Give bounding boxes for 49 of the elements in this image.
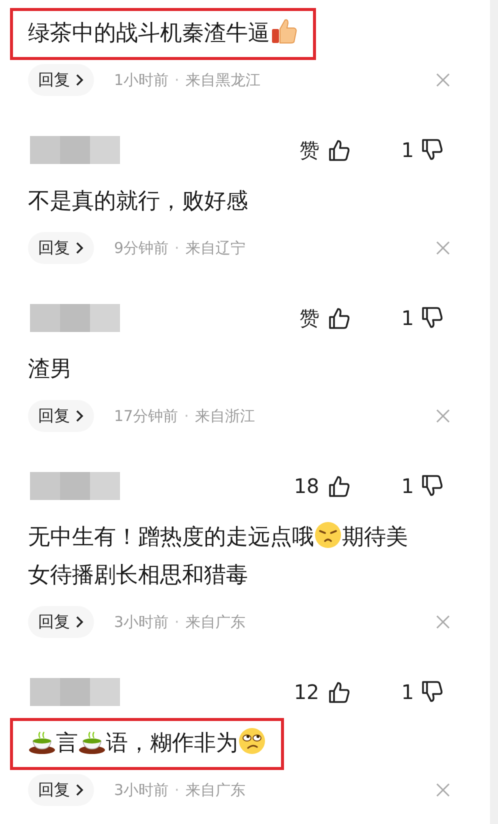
comment-time: 1小时前 <box>114 70 169 91</box>
thumbs-down-icon[interactable] <box>420 474 444 498</box>
reply-button[interactable]: 回复 <box>28 774 94 806</box>
comment-time: 3小时前 <box>114 780 169 801</box>
comment-location: 来自广东 <box>185 780 246 801</box>
like-count: 12 <box>294 679 320 706</box>
separator-dot: · <box>174 780 180 801</box>
comment-text: 不是真的就行，败好感 <box>28 188 248 216</box>
thumbs-up-emoji <box>270 17 298 45</box>
comment-location: 来自辽宁 <box>185 238 246 259</box>
comment-text: 绿茶中的战斗机秦渣牛逼 <box>28 15 298 53</box>
comment-location: 来自黑龙江 <box>185 70 260 91</box>
chevron-right-icon <box>74 410 84 422</box>
thumbs-up-icon[interactable] <box>327 680 352 704</box>
comment-time: 3小时前 <box>114 612 169 633</box>
thumbs-down-icon[interactable] <box>420 680 444 704</box>
comment-time: 9分钟前 <box>114 238 169 259</box>
comment-text: 渣男 <box>28 356 72 384</box>
thumbs-down-icon[interactable] <box>420 138 444 162</box>
dislike-count: 1 <box>401 473 414 500</box>
thumbs-up-icon[interactable] <box>327 138 352 162</box>
thumbs-up-icon[interactable] <box>327 306 352 330</box>
dislike-count: 1 <box>401 137 414 164</box>
separator-dot: · <box>174 238 180 259</box>
separator-dot: · <box>174 70 180 91</box>
chevron-right-icon <box>74 784 84 796</box>
thumbs-up-icon[interactable] <box>327 474 352 498</box>
reply-button[interactable]: 回复 <box>28 400 94 432</box>
eye-roll-face-emoji <box>238 727 266 755</box>
reply-button[interactable]: 回复 <box>28 606 94 638</box>
like-count: 18 <box>294 473 320 500</box>
squinting-face-emoji <box>314 521 342 549</box>
reply-button[interactable]: 回复 <box>28 232 94 264</box>
separator-dot: · <box>174 612 180 633</box>
comment-location: 来自广东 <box>185 612 246 633</box>
dislike-count: 1 <box>401 679 414 706</box>
thumbs-down-icon[interactable] <box>420 306 444 330</box>
comment-location: 来自浙江 <box>194 406 255 427</box>
separator-dot: · <box>184 406 189 427</box>
chevron-right-icon <box>74 616 84 628</box>
like-count: 赞 <box>299 305 320 332</box>
comment-text: 无中生有！蹭热度的走远点哦 期待美女待播剧长相思和猎毒 <box>28 519 412 595</box>
comment-time: 17分钟前 <box>114 406 178 427</box>
comment-text: 言 语，糊作非为 <box>28 725 266 763</box>
reply-button[interactable]: 回复 <box>28 64 94 96</box>
chevron-right-icon <box>74 242 84 254</box>
dislike-count: 1 <box>401 305 414 332</box>
like-count: 赞 <box>299 137 320 164</box>
chevron-right-icon <box>74 74 84 86</box>
